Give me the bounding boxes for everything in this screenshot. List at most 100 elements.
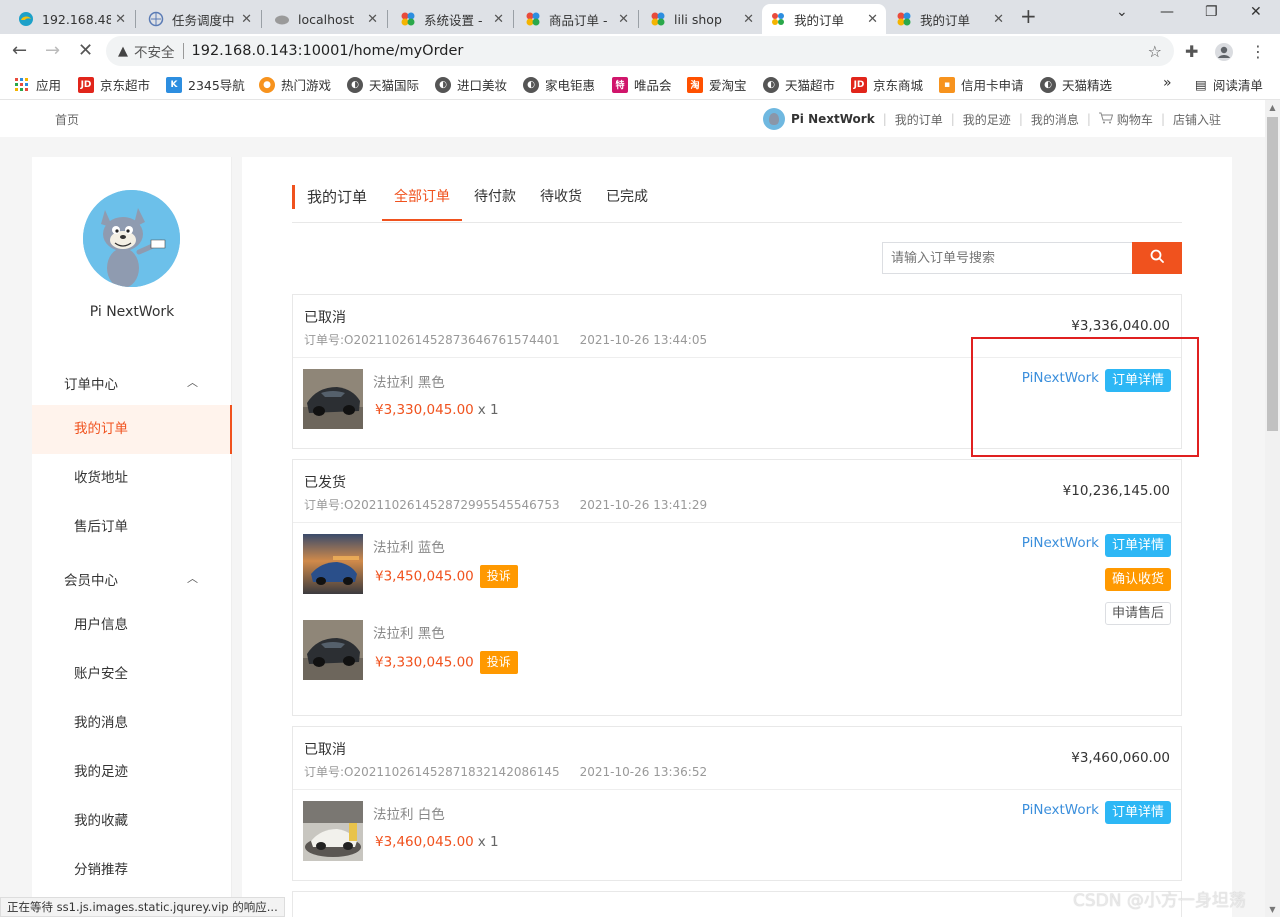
tab-pending-payment[interactable]: 待付款 bbox=[474, 185, 516, 221]
confirm-receipt-button[interactable]: 确认收货 bbox=[1104, 568, 1171, 591]
product-thumbnail-black-ferrari[interactable] bbox=[303, 369, 363, 429]
nav-store-join[interactable]: 店铺入驻 bbox=[1173, 111, 1221, 128]
user-avatar-small[interactable] bbox=[762, 108, 785, 130]
home-link[interactable]: 首页 bbox=[55, 111, 79, 128]
restore-icon[interactable]: ❐ bbox=[1205, 4, 1218, 20]
bookmark-item[interactable]: ◐ 天猫国际 bbox=[347, 75, 419, 94]
scroll-up-arrow-icon[interactable]: ▲ bbox=[1265, 100, 1280, 115]
bookmark-item[interactable]: JD 京东商城 bbox=[851, 75, 923, 94]
sidebar-item-after-sale-orders[interactable]: 售后订单 bbox=[32, 503, 232, 552]
product-name[interactable]: 法拉利 蓝色 bbox=[373, 536, 445, 556]
browser-tab[interactable]: 我的订单 ✕ bbox=[888, 4, 1012, 34]
cart-icon[interactable] bbox=[1098, 112, 1114, 127]
sidebar-item-addresses[interactable]: 收货地址 bbox=[32, 454, 232, 503]
sidebar-item-referral[interactable]: 分销推荐 bbox=[32, 846, 232, 895]
chevron-up-icon[interactable]: ︿ bbox=[187, 374, 198, 390]
account-sidebar: Pi NextWork 订单中心 ︿ 我的订单 收货地址 售后订单 会员中心 ︿… bbox=[32, 157, 232, 917]
store-link[interactable]: PiNextWork bbox=[1022, 370, 1099, 386]
close-window-icon[interactable]: ✕ bbox=[1250, 4, 1262, 20]
nav-my-orders[interactable]: 我的订单 bbox=[895, 111, 943, 128]
extensions-puzzle-icon[interactable]: ✚ bbox=[1185, 42, 1198, 61]
menu-group-order-center[interactable]: 订单中心 bbox=[64, 373, 118, 393]
close-tab-icon[interactable]: ✕ bbox=[493, 12, 504, 27]
username-link[interactable]: Pi NextWork bbox=[791, 112, 875, 126]
complain-button[interactable]: 投诉 bbox=[479, 565, 518, 588]
sidebar-item-favorites[interactable]: 我的收藏 bbox=[32, 797, 232, 846]
close-tab-icon[interactable]: ✕ bbox=[367, 12, 378, 27]
scroll-down-arrow-icon[interactable]: ▼ bbox=[1265, 902, 1280, 917]
bookmark-item[interactable]: ◐ 天猫超市 bbox=[763, 75, 835, 94]
window-dropdown-icon[interactable]: ⌄ bbox=[1116, 4, 1128, 20]
sidebar-item-my-orders[interactable]: 我的订单 bbox=[32, 405, 232, 454]
browser-tab-active[interactable]: 我的订单 ✕ bbox=[762, 4, 886, 34]
product-thumbnail-blue-ferrari[interactable] bbox=[303, 534, 363, 594]
bookmark-item[interactable]: 特唯品会 bbox=[612, 75, 672, 94]
nav-my-footprint[interactable]: 我的足迹 bbox=[963, 111, 1011, 128]
nav-my-messages[interactable]: 我的消息 bbox=[1031, 111, 1079, 128]
stop-loading-icon[interactable]: ✕ bbox=[78, 40, 93, 61]
search-button[interactable] bbox=[1132, 242, 1182, 274]
browser-status-bar: 正在等待 ss1.js.images.static.jqurey.vip 的响应… bbox=[0, 897, 285, 917]
nav-cart[interactable]: 购物车 bbox=[1117, 111, 1153, 128]
complain-button[interactable]: 投诉 bbox=[479, 651, 518, 674]
bookmark-item[interactable]: K 2345导航 bbox=[166, 75, 245, 94]
chevron-up-icon[interactable]: ︿ bbox=[187, 570, 198, 586]
bookmark-item[interactable]: 淘爱淘宝 bbox=[687, 75, 747, 94]
reading-list-button[interactable]: ▤ 阅读清单 bbox=[1195, 75, 1263, 94]
browser-tab[interactable]: localhost ✕ bbox=[266, 4, 386, 34]
product-name[interactable]: 法拉利 白色 bbox=[373, 803, 445, 823]
close-tab-icon[interactable]: ✕ bbox=[993, 12, 1004, 27]
user-avatar[interactable] bbox=[83, 190, 180, 287]
menu-group-member-center[interactable]: 会员中心 bbox=[64, 569, 118, 589]
bookmark-item[interactable]: JD 京东超市 bbox=[78, 75, 150, 94]
close-tab-icon[interactable]: ✕ bbox=[241, 12, 252, 27]
browser-tab[interactable]: 系统设置 - ✕ bbox=[392, 4, 512, 34]
browser-tab[interactable]: lili shop ✕ bbox=[642, 4, 762, 34]
browser-menu-icon[interactable]: ⋮ bbox=[1250, 42, 1266, 61]
order-detail-button[interactable]: 订单详情 bbox=[1104, 534, 1171, 557]
sidebar-item-footprint[interactable]: 我的足迹 bbox=[32, 748, 232, 797]
bookmark-item[interactable]: ● 热门游戏 bbox=[259, 75, 331, 94]
page-scrollbar[interactable]: ▲ ▼ bbox=[1265, 100, 1280, 917]
after-sale-button[interactable]: 申请售后 bbox=[1104, 602, 1171, 625]
bookmark-star-icon[interactable]: ☆ bbox=[1148, 42, 1162, 61]
browser-tab[interactable]: 任务调度中 ✕ bbox=[140, 4, 260, 34]
url-text[interactable]: 192.168.0.143:10001/home/myOrder bbox=[192, 43, 464, 59]
product-thumbnail-black-ferrari[interactable] bbox=[303, 620, 363, 680]
bookmark-item[interactable]: ◐ 天猫精选 bbox=[1040, 75, 1112, 94]
bookmark-item[interactable]: ◐ 家电钜惠 bbox=[523, 75, 595, 94]
product-name[interactable]: 法拉利 黑色 bbox=[373, 371, 445, 391]
tab-completed[interactable]: 已完成 bbox=[606, 185, 648, 221]
browser-tab[interactable]: 商品订单 - ✕ bbox=[517, 4, 637, 34]
browser-tab[interactable]: 192.168.48 ✕ bbox=[10, 4, 134, 34]
minimize-icon[interactable]: — bbox=[1160, 4, 1174, 20]
tab-all-orders[interactable]: 全部订单 bbox=[382, 185, 462, 221]
back-arrow-icon[interactable]: ← bbox=[12, 40, 27, 61]
profile-icon[interactable] bbox=[1214, 42, 1234, 66]
new-tab-button[interactable]: + bbox=[1020, 4, 1037, 28]
order-detail-button[interactable]: 订单详情 bbox=[1104, 369, 1171, 392]
taobao-icon: 淘 bbox=[687, 76, 703, 93]
product-thumbnail-white-ferrari[interactable] bbox=[303, 801, 363, 861]
close-tab-icon[interactable]: ✕ bbox=[743, 12, 754, 27]
store-link[interactable]: PiNextWork bbox=[1022, 802, 1099, 818]
close-tab-icon[interactable]: ✕ bbox=[867, 12, 878, 27]
address-bar[interactable]: ▲ 不安全 192.168.0.143:10001/home/myOrder ☆ bbox=[106, 36, 1174, 66]
search-icon bbox=[1150, 249, 1164, 267]
bookmark-item[interactable]: ◐ 进口美妆 bbox=[435, 75, 507, 94]
close-tab-icon[interactable]: ✕ bbox=[618, 12, 629, 27]
order-search-input[interactable] bbox=[882, 242, 1132, 274]
sidebar-item-messages[interactable]: 我的消息 bbox=[32, 699, 232, 748]
close-tab-icon[interactable]: ✕ bbox=[115, 12, 126, 27]
order-detail-button[interactable]: 订单详情 bbox=[1104, 801, 1171, 824]
sidebar-item-account-security[interactable]: 账户安全 bbox=[32, 650, 232, 699]
sidebar-item-user-info[interactable]: 用户信息 bbox=[32, 601, 232, 650]
store-link[interactable]: PiNextWork bbox=[1022, 535, 1099, 551]
scrollbar-thumb[interactable] bbox=[1267, 117, 1278, 431]
bookmark-item[interactable]: ▪ 信用卡申请 bbox=[939, 75, 1024, 94]
bookmark-item[interactable]: 应用 bbox=[14, 75, 61, 94]
forward-arrow-icon[interactable]: → bbox=[45, 40, 60, 61]
tab-pending-receipt[interactable]: 待收货 bbox=[540, 185, 582, 221]
product-name[interactable]: 法拉利 黑色 bbox=[373, 622, 445, 642]
more-bookmarks-button[interactable]: » bbox=[1163, 75, 1172, 91]
